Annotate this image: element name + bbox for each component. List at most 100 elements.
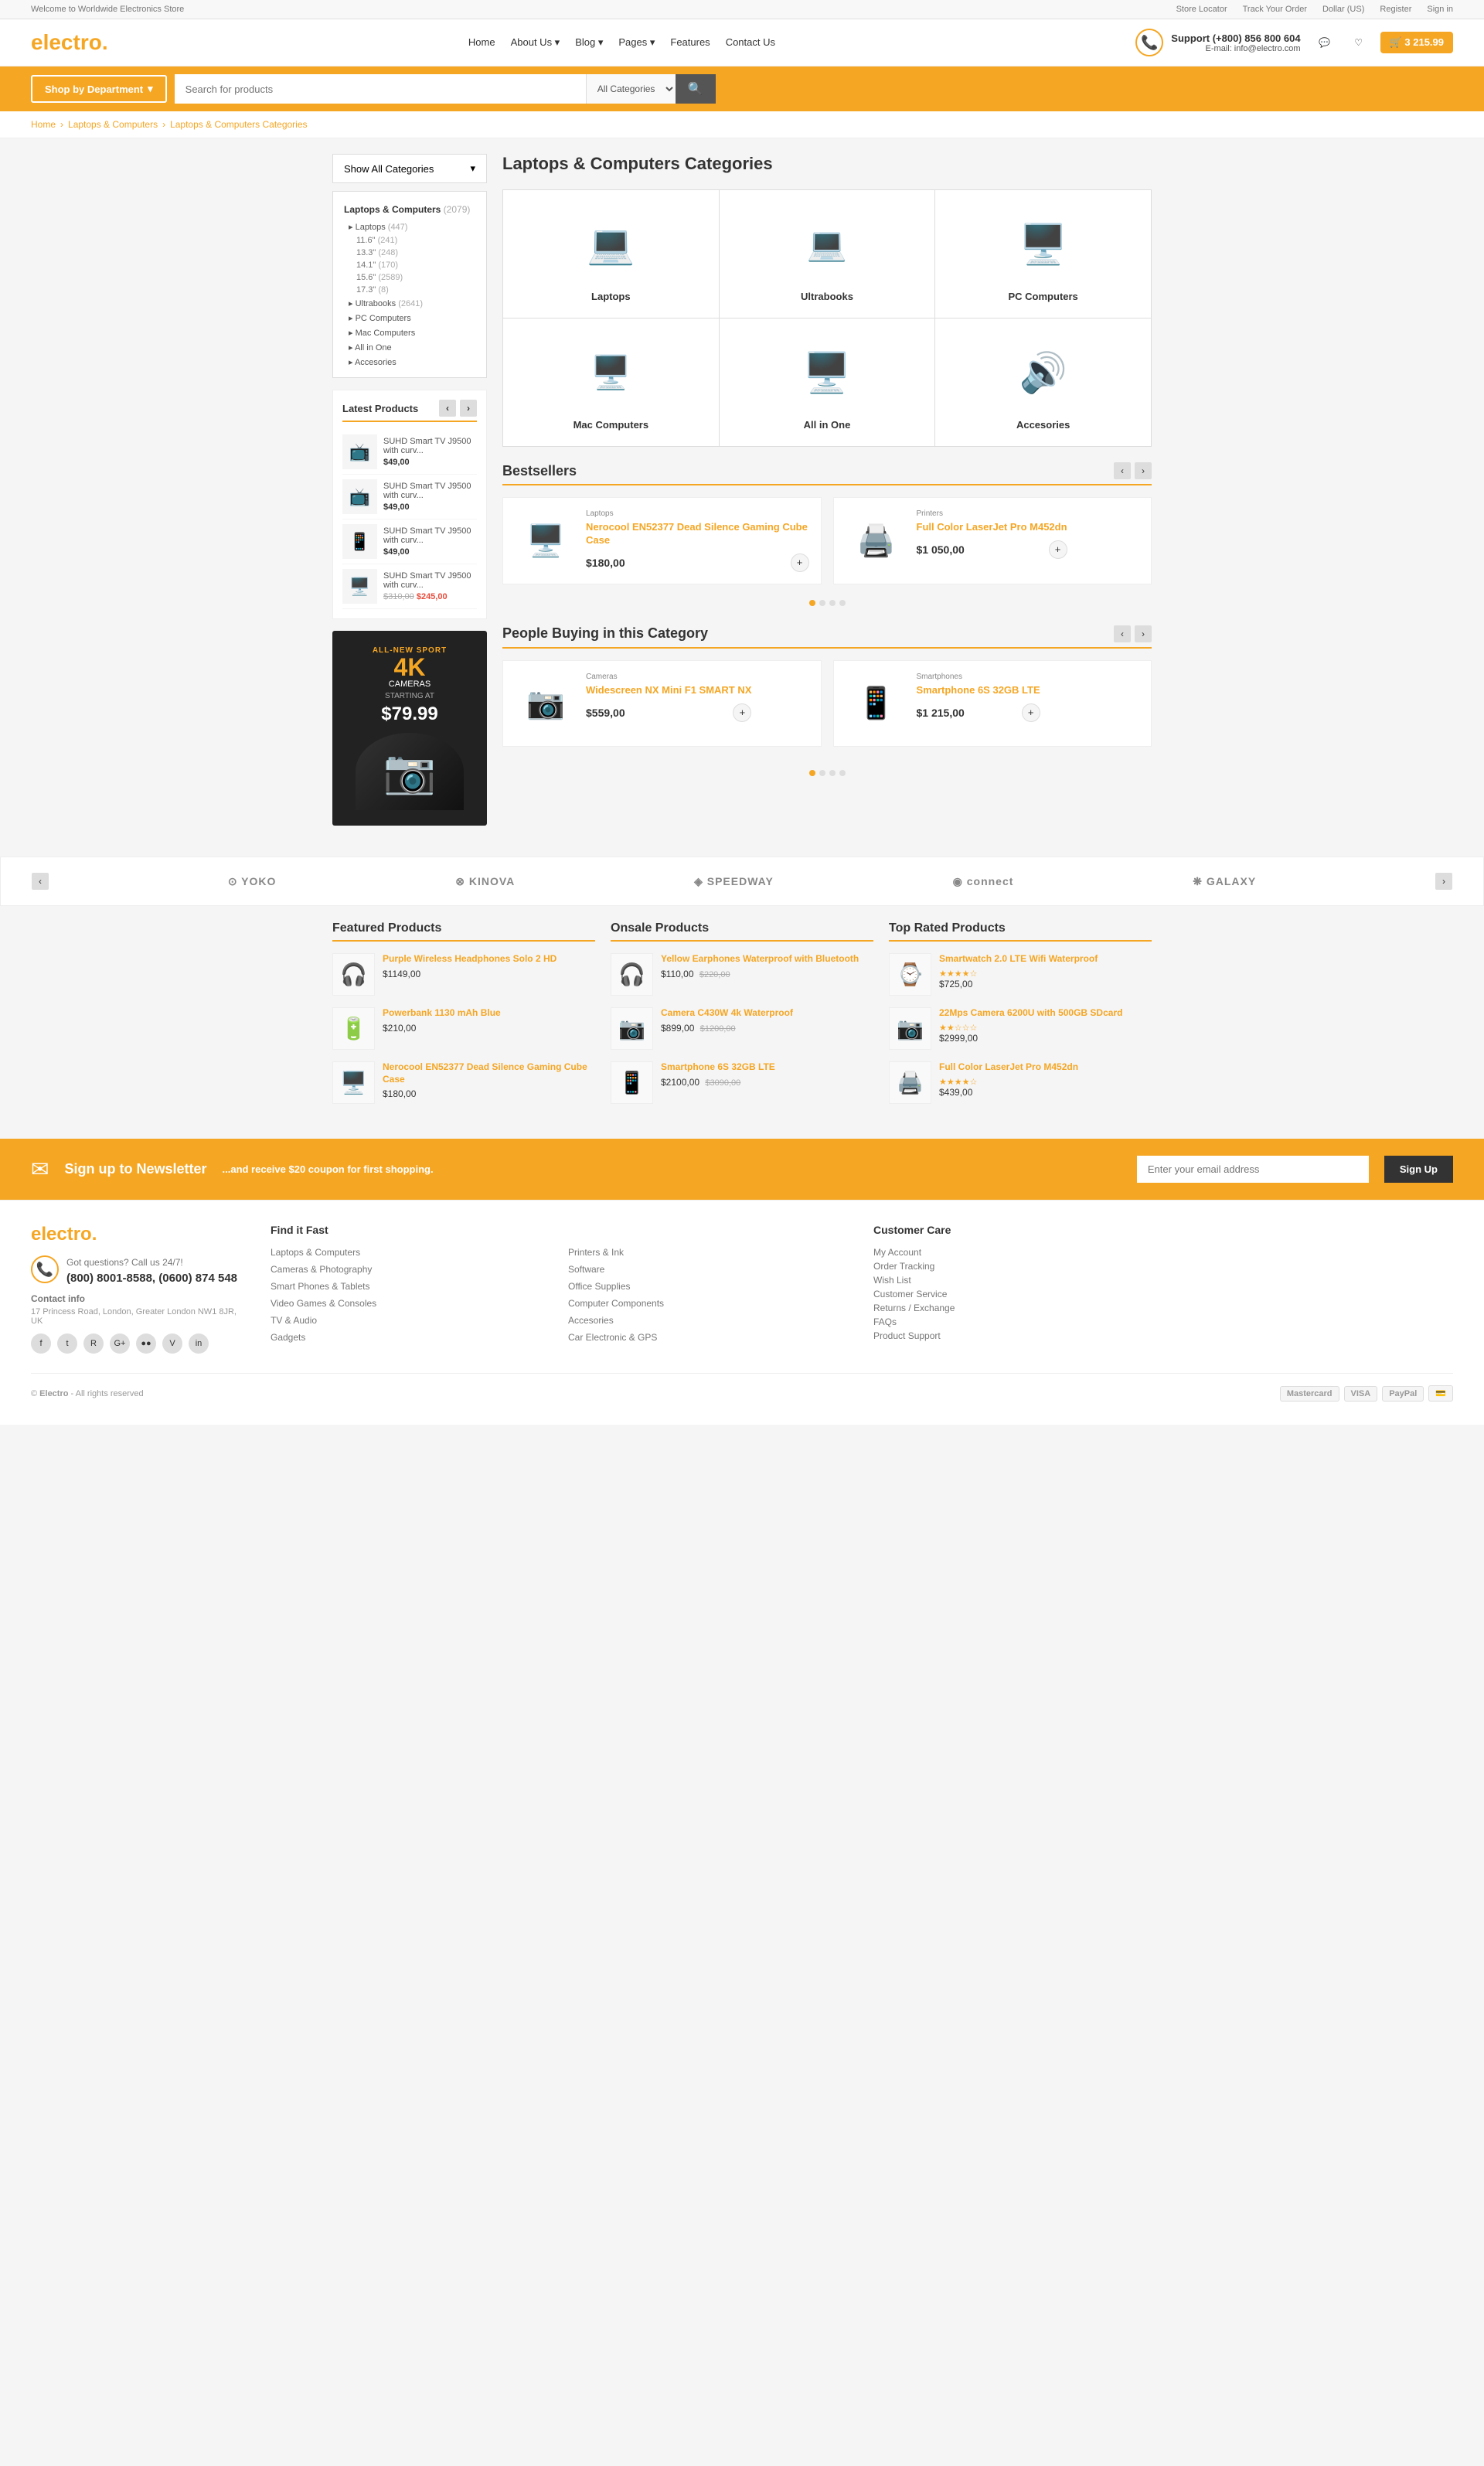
bestseller-name-1[interactable]: Nerocool EN52377 Dead Silence Gaming Cub…	[586, 521, 809, 547]
show-categories-button[interactable]: Show All Categories ▾	[332, 154, 487, 183]
buying-add-cart-1[interactable]: +	[733, 703, 751, 722]
sidebar-cat-all-in-one[interactable]: ▸ All in One	[333, 340, 486, 355]
sidebar-cat-14.1[interactable]: 14.1" (170)	[333, 259, 486, 271]
cart-button[interactable]: 🛒 3 215.99	[1380, 32, 1453, 53]
bestseller-name-2[interactable]: Full Color LaserJet Pro M452dn	[917, 521, 1067, 534]
footer-link-computer-components[interactable]: Computer Components	[568, 1296, 850, 1310]
sidebar-cat-accesories[interactable]: ▸ Accesories	[333, 355, 486, 370]
latest-product-name-2[interactable]: SUHD Smart TV J9500 with curv...	[383, 482, 477, 500]
dot-3[interactable]	[829, 600, 836, 606]
sidebar-cat-mac-computers[interactable]: ▸ Mac Computers	[333, 325, 486, 340]
footer-link-laptops[interactable]: Laptops & Computers	[271, 1245, 553, 1259]
track-order-link[interactable]: Track Your Order	[1243, 5, 1307, 14]
brand-galaxy[interactable]: ❋ GALAXY	[1193, 875, 1256, 888]
category-card-accesories[interactable]: 🔊 Accesories	[935, 318, 1151, 446]
latest-product-name-4[interactable]: SUHD Smart TV J9500 with curv...	[383, 571, 477, 590]
rss-icon[interactable]: R	[83, 1333, 104, 1354]
footer-link-videogames[interactable]: Video Games & Consoles	[271, 1296, 553, 1310]
footer-link-office[interactable]: Office Supplies	[568, 1279, 850, 1293]
facebook-icon[interactable]: f	[31, 1333, 51, 1354]
pb-dot-2[interactable]	[819, 770, 825, 776]
sidebar-cat-17.3[interactable]: 17.3" (8)	[333, 284, 486, 296]
category-card-pc-computers[interactable]: 🖥️ PC Computers	[935, 190, 1151, 318]
sidebar-cat-laptops-computers[interactable]: Laptops & Computers (2079)	[333, 199, 486, 220]
shop-by-department-button[interactable]: Shop by Department ▾	[31, 75, 167, 103]
footer-link-software[interactable]: Software	[568, 1262, 850, 1276]
sidebar-cat-ultrabooks[interactable]: ▸ Ultrabooks (2641)	[333, 296, 486, 311]
newsletter-signup-button[interactable]: Sign Up	[1384, 1156, 1453, 1183]
category-card-all-in-one[interactable]: 🖥️ All in One	[720, 318, 935, 446]
featured-name-2[interactable]: Powerbank 1130 mAh Blue	[383, 1007, 501, 1020]
dot-2[interactable]	[819, 600, 825, 606]
pb-dot-4[interactable]	[839, 770, 846, 776]
pb-dot-1[interactable]	[809, 770, 815, 776]
bestsellers-prev-arrow[interactable]: ‹	[1114, 462, 1131, 479]
toprated-name-2[interactable]: 22Mps Camera 6200U with 500GB SDcard	[939, 1007, 1122, 1020]
search-input[interactable]	[175, 74, 586, 104]
bestseller-add-cart-1[interactable]: +	[791, 553, 809, 572]
brand-connect[interactable]: ◉ connect	[953, 875, 1014, 888]
nav-features[interactable]: Features	[670, 36, 710, 49]
onsale-name-2[interactable]: Camera C430W 4k Waterproof	[661, 1007, 793, 1020]
promo-banner[interactable]: ALL-NEW SPORT 4K CAMERAS STARTING AT $79…	[332, 631, 487, 826]
flickr-icon[interactable]: ●●	[136, 1333, 156, 1354]
featured-name-1[interactable]: Purple Wireless Headphones Solo 2 HD	[383, 953, 556, 966]
twitter-icon[interactable]: t	[57, 1333, 77, 1354]
footer-link-printers[interactable]: Printers & Ink	[568, 1245, 850, 1259]
wishlist-icon[interactable]: ♡	[1346, 30, 1371, 55]
sidebar-cat-11.6[interactable]: 11.6" (241)	[333, 234, 486, 247]
logo[interactable]: electro.	[31, 30, 108, 55]
footer-link-cameras[interactable]: Cameras & Photography	[271, 1262, 553, 1276]
newsletter-email-input[interactable]	[1137, 1156, 1369, 1183]
sidebar-cat-15.6[interactable]: 15.6" (2589)	[333, 271, 486, 284]
brands-prev-arrow[interactable]: ‹	[32, 873, 49, 890]
nav-pages[interactable]: Pages ▾	[618, 36, 655, 49]
brand-speedway[interactable]: ◈ SPEEDWAY	[694, 875, 774, 888]
vimeo-icon[interactable]: V	[162, 1333, 182, 1354]
buying-add-cart-2[interactable]: +	[1022, 703, 1040, 722]
bestseller-add-cart-2[interactable]: +	[1049, 540, 1067, 559]
buying-name-2[interactable]: Smartphone 6S 32GB LTE	[917, 684, 1040, 697]
sidebar-cat-13.3[interactable]: 13.3" (248)	[333, 247, 486, 259]
footer-link-accesories[interactable]: Accesories	[568, 1313, 850, 1327]
brand-yoko[interactable]: ⊙ YOKO	[228, 875, 277, 888]
currency-selector[interactable]: Dollar (US)	[1322, 5, 1364, 14]
featured-name-3[interactable]: Nerocool EN52377 Dead Silence Gaming Cub…	[383, 1061, 595, 1085]
latest-product-name-3[interactable]: SUHD Smart TV J9500 with curv...	[383, 526, 477, 545]
footer-link-smartphones[interactable]: Smart Phones & Tablets	[271, 1279, 553, 1293]
sidebar-cat-laptops[interactable]: ▸ Laptops (447)	[333, 220, 486, 234]
googleplus-icon[interactable]: G+	[110, 1333, 130, 1354]
footer-logo[interactable]: electro.	[31, 1224, 247, 1245]
category-card-laptops[interactable]: 💻 Laptops	[503, 190, 719, 318]
footer-link-wishlist[interactable]: Wish List	[873, 1273, 1453, 1287]
footer-link-car[interactable]: Car Electronic & GPS	[568, 1330, 850, 1344]
nav-home[interactable]: Home	[468, 36, 495, 49]
people-buying-prev-arrow[interactable]: ‹	[1114, 625, 1131, 642]
footer-link-order-tracking[interactable]: Order Tracking	[873, 1259, 1453, 1273]
breadcrumb-home[interactable]: Home	[31, 119, 56, 130]
search-button[interactable]: 🔍	[676, 74, 716, 104]
breadcrumb-laptops[interactable]: Laptops & Computers	[68, 119, 158, 130]
nav-contact[interactable]: Contact Us	[726, 36, 775, 49]
footer-link-product-support[interactable]: Product Support	[873, 1329, 1453, 1343]
linkedin-icon[interactable]: in	[189, 1333, 209, 1354]
dot-1[interactable]	[809, 600, 815, 606]
footer-link-myaccount[interactable]: My Account	[873, 1245, 1453, 1259]
sidebar-cat-pc-computers[interactable]: ▸ PC Computers	[333, 311, 486, 325]
onsale-name-1[interactable]: Yellow Earphones Waterproof with Bluetoo…	[661, 953, 859, 966]
latest-next-arrow[interactable]: ›	[460, 400, 477, 417]
chat-icon[interactable]: 💬	[1312, 30, 1337, 55]
footer-phone[interactable]: (800) 8001-8588, (0600) 874 548	[66, 1272, 237, 1285]
category-card-mac-computers[interactable]: 🖥️ Mac Computers	[503, 318, 719, 446]
footer-link-faqs[interactable]: FAQs	[873, 1315, 1453, 1329]
brand-kinova[interactable]: ⊗ KINOVA	[455, 875, 515, 888]
latest-prev-arrow[interactable]: ‹	[439, 400, 456, 417]
nav-blog[interactable]: Blog ▾	[575, 36, 603, 49]
footer-link-gadgets[interactable]: Gadgets	[271, 1330, 553, 1344]
footer-link-tv[interactable]: TV & Audio	[271, 1313, 553, 1327]
pb-dot-3[interactable]	[829, 770, 836, 776]
nav-about[interactable]: About Us ▾	[511, 36, 560, 49]
latest-product-name-1[interactable]: SUHD Smart TV J9500 with curv...	[383, 437, 477, 455]
toprated-name-1[interactable]: Smartwatch 2.0 LTE Wifi Waterproof	[939, 953, 1098, 966]
footer-link-returns[interactable]: Returns / Exchange	[873, 1301, 1453, 1315]
